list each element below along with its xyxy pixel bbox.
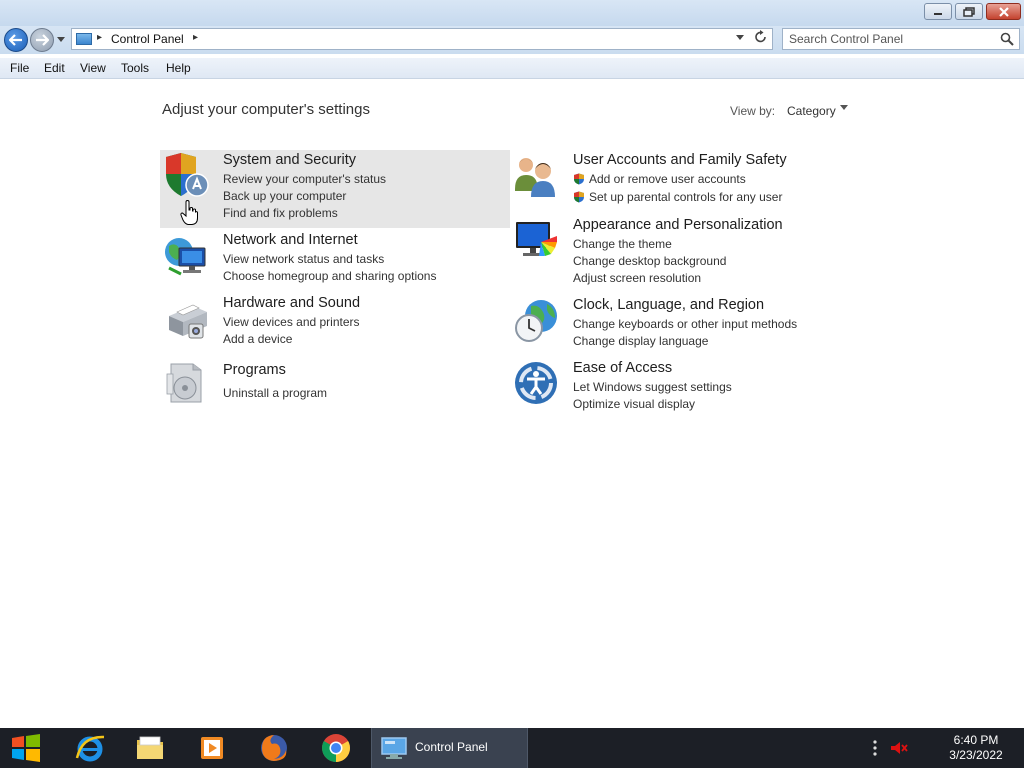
category-hardware-and-sound[interactable]: Hardware and Sound bbox=[223, 295, 360, 311]
link-suggest-settings[interactable]: Let Windows suggest settings bbox=[573, 380, 732, 394]
link-network-status[interactable]: View network status and tasks bbox=[223, 252, 384, 266]
taskbar-control-panel[interactable]: Control Panel bbox=[371, 728, 528, 768]
printer-icon[interactable] bbox=[163, 298, 209, 344]
search-box[interactable] bbox=[782, 28, 1020, 50]
refresh-button[interactable] bbox=[755, 30, 767, 47]
network-icon[interactable] bbox=[163, 234, 209, 280]
internet-explorer-icon bbox=[75, 735, 105, 762]
breadcrumb-separator[interactable]: ▸ bbox=[97, 32, 102, 43]
firefox-icon bbox=[261, 735, 287, 761]
close-icon bbox=[998, 6, 1009, 17]
menu-bar: File Edit View Tools Help bbox=[0, 58, 1024, 79]
link-change-theme[interactable]: Change the theme bbox=[573, 237, 672, 251]
link-screen-resolution[interactable]: Adjust screen resolution bbox=[573, 271, 701, 285]
taskbar-firefox[interactable] bbox=[250, 728, 298, 768]
volume-muted-icon bbox=[891, 742, 908, 754]
volume-button[interactable] bbox=[888, 728, 910, 768]
chevron-down-icon bbox=[840, 105, 848, 110]
breadcrumb-separator[interactable]: ▸ bbox=[193, 32, 198, 43]
category-clock-language-region[interactable]: Clock, Language, and Region bbox=[573, 297, 764, 313]
control-panel-icon bbox=[76, 33, 92, 45]
minimize-icon bbox=[934, 12, 942, 15]
shield-icon[interactable] bbox=[163, 152, 209, 198]
search-icon[interactable] bbox=[1000, 32, 1014, 46]
link-homegroup[interactable]: Choose homegroup and sharing options bbox=[223, 269, 436, 283]
clock-globe-icon[interactable] bbox=[513, 298, 559, 344]
minimize-button[interactable] bbox=[924, 3, 952, 20]
taskbar-active-label: Control Panel bbox=[415, 740, 488, 754]
title-bar bbox=[0, 0, 1024, 26]
breadcrumb-control-panel[interactable]: Control Panel bbox=[111, 32, 184, 46]
control-panel-icon bbox=[381, 737, 407, 759]
uac-shield-icon bbox=[574, 191, 584, 203]
back-arrow-icon bbox=[9, 34, 22, 46]
tray-overflow-icon bbox=[873, 740, 877, 756]
view-by-dropdown[interactable]: Category bbox=[787, 104, 836, 118]
menu-edit[interactable]: Edit bbox=[44, 61, 65, 75]
search-input[interactable] bbox=[789, 31, 989, 47]
category-system-and-security[interactable]: System and Security bbox=[223, 152, 356, 168]
menu-file[interactable]: File bbox=[10, 61, 29, 75]
category-appearance[interactable]: Appearance and Personalization bbox=[573, 217, 783, 233]
recent-locations-button[interactable] bbox=[57, 35, 65, 45]
tray-overflow-button[interactable] bbox=[866, 728, 884, 768]
users-icon[interactable] bbox=[513, 153, 559, 199]
link-keyboards[interactable]: Change keyboards or other input methods bbox=[573, 317, 797, 331]
link-devices-printers[interactable]: View devices and printers bbox=[223, 315, 360, 329]
close-button[interactable] bbox=[986, 3, 1021, 20]
taskbar-media-player[interactable] bbox=[188, 728, 236, 768]
taskbar-file-explorer[interactable] bbox=[126, 728, 174, 768]
link-optimize-display[interactable]: Optimize visual display bbox=[573, 397, 695, 411]
address-dropdown-button[interactable] bbox=[736, 33, 744, 43]
menu-view[interactable]: View bbox=[80, 61, 106, 75]
category-network-and-internet[interactable]: Network and Internet bbox=[223, 232, 358, 248]
clock-date: 3/23/2022 bbox=[949, 748, 1003, 762]
system-clock[interactable]: 6:40 PM 3/23/2022 bbox=[940, 733, 1012, 763]
chrome-icon bbox=[322, 734, 350, 762]
ease-of-access-icon[interactable] bbox=[513, 360, 559, 406]
hand-cursor-icon bbox=[180, 200, 198, 225]
file-explorer-icon bbox=[137, 736, 163, 759]
taskbar-chrome[interactable] bbox=[312, 728, 360, 768]
media-player-icon bbox=[201, 737, 223, 759]
view-by-label: View by: bbox=[730, 104, 776, 118]
link-add-remove-accounts[interactable]: Add or remove user accounts bbox=[589, 172, 746, 186]
chevron-down-icon bbox=[736, 35, 744, 40]
clock-time: 6:40 PM bbox=[953, 733, 999, 747]
menu-help[interactable]: Help bbox=[166, 61, 191, 75]
refresh-icon bbox=[755, 30, 766, 43]
address-bar[interactable]: ▸ Control Panel ▸ bbox=[71, 28, 773, 50]
view-by-dropdown-arrow[interactable] bbox=[840, 104, 848, 113]
restore-button[interactable] bbox=[955, 3, 983, 20]
link-uninstall-program[interactable]: Uninstall a program bbox=[223, 386, 327, 400]
taskbar-internet-explorer[interactable] bbox=[66, 728, 114, 768]
monitor-icon[interactable] bbox=[513, 218, 559, 264]
category-programs[interactable]: Programs bbox=[223, 362, 286, 378]
windows-logo-icon bbox=[12, 734, 40, 762]
category-user-accounts[interactable]: User Accounts and Family Safety bbox=[573, 152, 787, 168]
uac-shield-icon bbox=[574, 173, 584, 185]
menu-tools[interactable]: Tools bbox=[121, 61, 149, 75]
page-title: Adjust your computer's settings bbox=[162, 101, 370, 118]
link-back-up[interactable]: Back up your computer bbox=[223, 189, 346, 203]
link-parental-controls[interactable]: Set up parental controls for any user bbox=[589, 190, 782, 204]
link-fix-problems[interactable]: Find and fix problems bbox=[223, 206, 338, 220]
start-button[interactable] bbox=[4, 728, 48, 768]
back-button[interactable] bbox=[4, 28, 28, 52]
link-review-status[interactable]: Review your computer's status bbox=[223, 172, 386, 186]
programs-icon[interactable] bbox=[163, 360, 209, 406]
category-ease-of-access[interactable]: Ease of Access bbox=[573, 360, 672, 376]
link-add-device[interactable]: Add a device bbox=[223, 332, 292, 346]
link-display-language[interactable]: Change display language bbox=[573, 334, 708, 348]
link-desktop-background[interactable]: Change desktop background bbox=[573, 254, 726, 268]
forward-button[interactable] bbox=[30, 28, 54, 52]
taskbar: Control Panel 6:40 PM 3/23/2022 bbox=[0, 728, 1024, 768]
restore-icon bbox=[963, 6, 975, 17]
forward-arrow-icon bbox=[36, 34, 49, 46]
navigation-bar: ▸ Control Panel ▸ bbox=[0, 26, 1024, 54]
chevron-down-icon bbox=[57, 37, 65, 42]
